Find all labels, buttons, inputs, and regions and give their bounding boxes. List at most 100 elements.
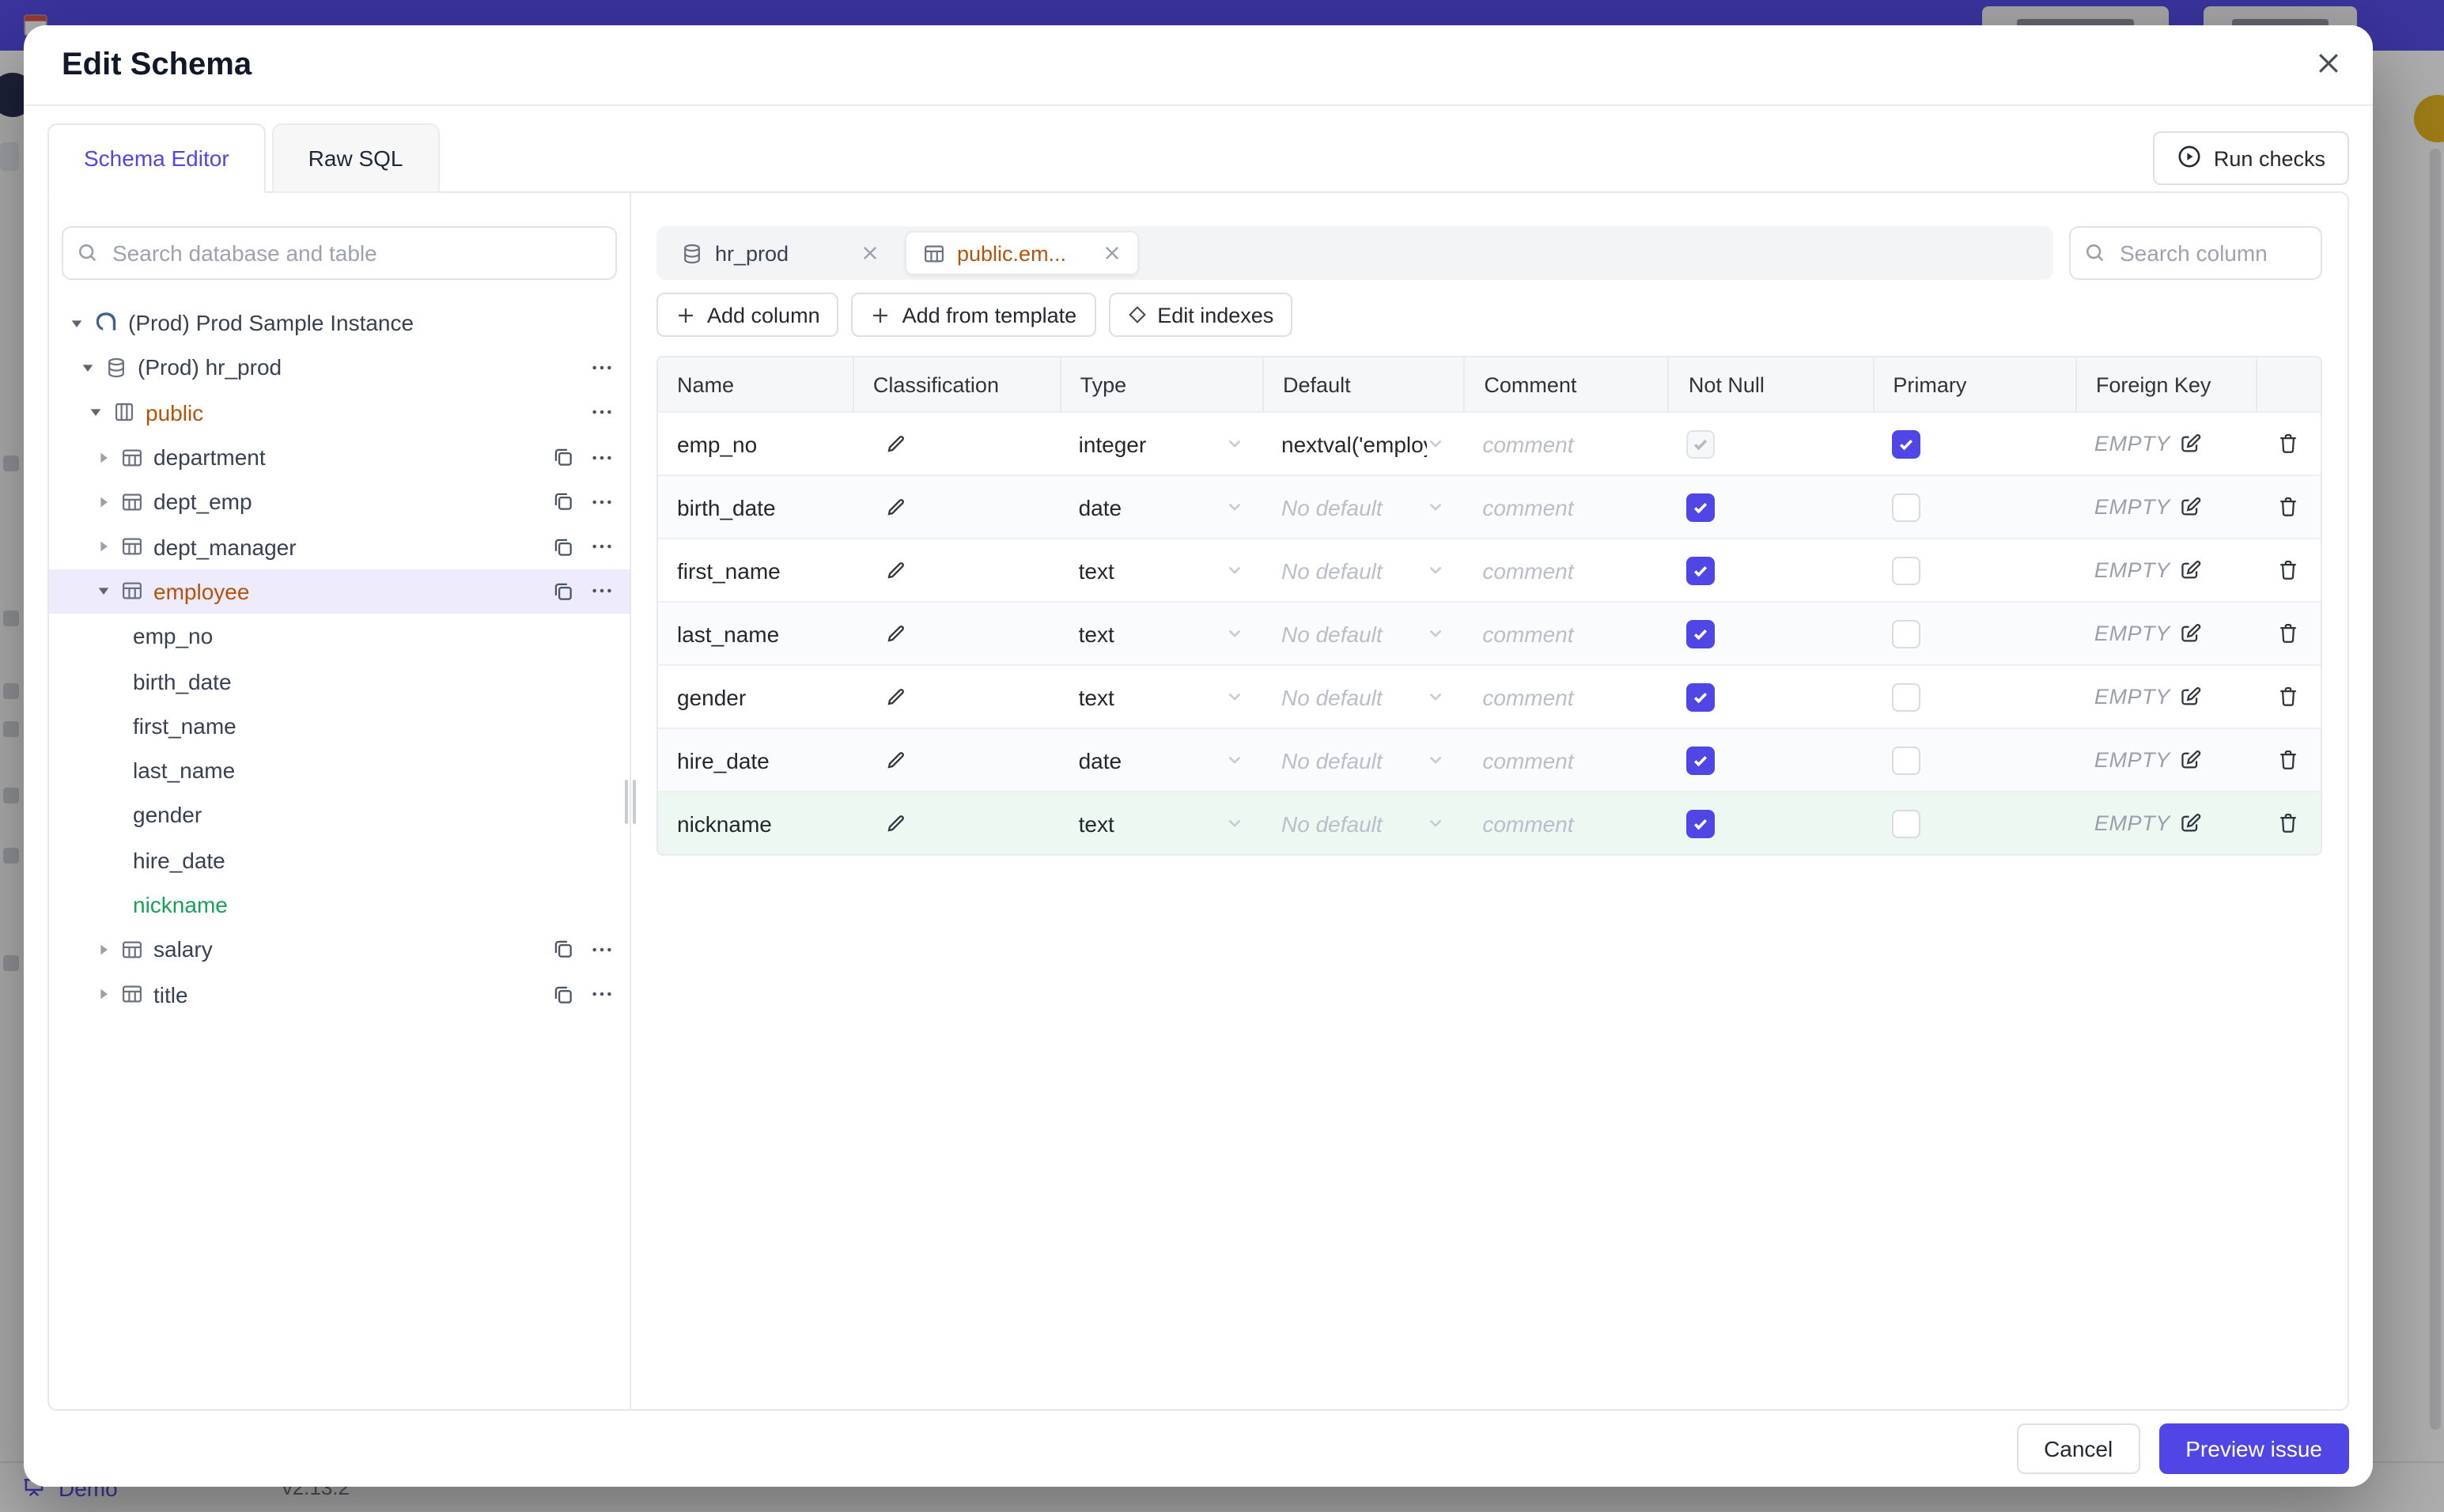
trash-icon[interactable] [2276,432,2300,455]
tree-item-prod-prod-sample-instance[interactable]: (Prod) Prod Sample Instance [49,301,630,346]
caret-right-icon[interactable] [92,987,114,1001]
caret-right-icon[interactable] [92,495,114,509]
tree-item-dept_manager[interactable]: dept_manager [49,524,630,569]
add-column-button[interactable]: Add column [656,293,839,337]
caret-down-icon[interactable] [84,405,106,419]
default-select[interactable]: No default [1262,729,1463,791]
editor-tab-hr_prod[interactable]: hr_prod [663,231,897,275]
comment-input[interactable]: comment [1463,792,1668,854]
column-name[interactable]: emp_no [658,413,853,474]
tree-item-emp_no[interactable]: emp_no [49,614,630,659]
pencil-icon[interactable] [884,811,908,835]
comment-input[interactable]: comment [1463,603,1668,664]
copy-icon[interactable] [552,446,574,468]
close-icon[interactable] [2308,42,2349,88]
trash-icon[interactable] [2276,811,2300,835]
pencil-icon[interactable] [884,622,908,645]
tree-item-title[interactable]: title [49,972,630,1017]
trash-icon[interactable] [2276,685,2300,709]
copy-icon[interactable] [552,939,574,961]
tree-item-dept_emp[interactable]: dept_emp [49,479,630,524]
comment-input[interactable]: comment [1463,729,1668,791]
more-icon[interactable] [590,445,614,469]
column-search-input[interactable] [2069,226,2322,280]
edit-square-icon[interactable] [2178,558,2202,582]
not-null-checkbox[interactable] [1686,746,1716,774]
caret-down-icon[interactable] [65,316,87,330]
comment-input[interactable]: comment [1463,476,1668,538]
edit-square-icon[interactable] [2178,685,2202,709]
more-icon[interactable] [590,490,614,514]
not-null-checkbox[interactable] [1686,809,1716,837]
pencil-icon[interactable] [884,685,908,709]
default-select[interactable]: No default [1262,539,1463,601]
column-name[interactable]: last_name [658,603,853,664]
pencil-icon[interactable] [884,495,908,519]
column-name[interactable]: nickname [658,792,853,854]
copy-icon[interactable] [552,535,574,558]
type-select[interactable]: text [1060,603,1262,664]
primary-checkbox[interactable] [1891,746,1920,774]
default-select[interactable]: No default [1262,476,1463,538]
tree-item-first_name[interactable]: first_name [49,703,630,748]
type-select[interactable]: date [1060,729,1262,791]
copy-icon[interactable] [552,983,574,1005]
default-select[interactable]: nextval('employ [1262,413,1463,474]
type-select[interactable]: text [1060,539,1262,601]
default-select[interactable]: No default [1262,603,1463,664]
tree-item-public[interactable]: public [49,390,630,435]
trash-icon[interactable] [2276,748,2300,772]
caret-down-icon[interactable] [76,361,98,375]
more-icon[interactable] [590,982,614,1006]
tree-item-gender[interactable]: gender [49,793,630,838]
not-null-checkbox[interactable] [1686,493,1716,521]
primary-checkbox[interactable] [1891,619,1920,648]
more-icon[interactable] [590,400,614,424]
run-checks-button[interactable]: Run checks [2153,131,2349,185]
tab-raw-sql[interactable]: Raw SQL [271,123,440,193]
pencil-icon[interactable] [884,558,908,582]
more-icon[interactable] [590,535,614,558]
not-null-checkbox[interactable] [1686,682,1716,711]
tree-item-nickname[interactable]: nickname [49,883,630,928]
copy-icon[interactable] [552,580,574,603]
more-icon[interactable] [590,356,614,380]
more-icon[interactable] [590,580,614,603]
trash-icon[interactable] [2276,495,2300,519]
default-select[interactable]: No default [1262,666,1463,728]
edit-square-icon[interactable] [2178,748,2202,772]
primary-checkbox[interactable] [1891,809,1920,837]
tree-item-birth_date[interactable]: birth_date [49,659,630,704]
pencil-icon[interactable] [884,748,908,772]
trash-icon[interactable] [2276,622,2300,645]
tree-item-salary[interactable]: salary [49,927,630,972]
trash-icon[interactable] [2276,558,2300,582]
primary-checkbox[interactable] [1891,556,1920,584]
tree-item-hire_date[interactable]: hire_date [49,837,630,883]
column-name[interactable]: birth_date [658,476,853,538]
type-select[interactable]: text [1060,792,1262,854]
edit-square-icon[interactable] [2178,811,2202,835]
type-select[interactable]: integer [1060,413,1262,474]
caret-down-icon[interactable] [92,584,114,599]
panel-resize-handle[interactable] [625,779,636,823]
close-icon[interactable] [1103,244,1122,263]
database-search-input[interactable] [62,226,617,280]
add-from-template-button[interactable]: Add from template [851,293,1096,337]
tree-item-prod-hr_prod[interactable]: (Prod) hr_prod [49,346,630,391]
type-select[interactable]: text [1060,666,1262,728]
cancel-button[interactable]: Cancel [2017,1423,2140,1474]
tree-item-department[interactable]: department [49,435,630,480]
edit-indexes-button[interactable]: Edit indexes [1108,293,1293,337]
not-null-checkbox[interactable] [1686,619,1716,648]
pencil-icon[interactable] [884,432,908,455]
edit-square-icon[interactable] [2178,622,2202,645]
column-name[interactable]: first_name [658,539,853,601]
tree-item-last_name[interactable]: last_name [49,748,630,793]
primary-checkbox[interactable] [1891,682,1920,711]
column-name[interactable]: hire_date [658,729,853,791]
comment-input[interactable]: comment [1463,666,1668,728]
caret-right-icon[interactable] [92,450,114,464]
edit-square-icon[interactable] [2178,432,2202,455]
caret-right-icon[interactable] [92,539,114,554]
